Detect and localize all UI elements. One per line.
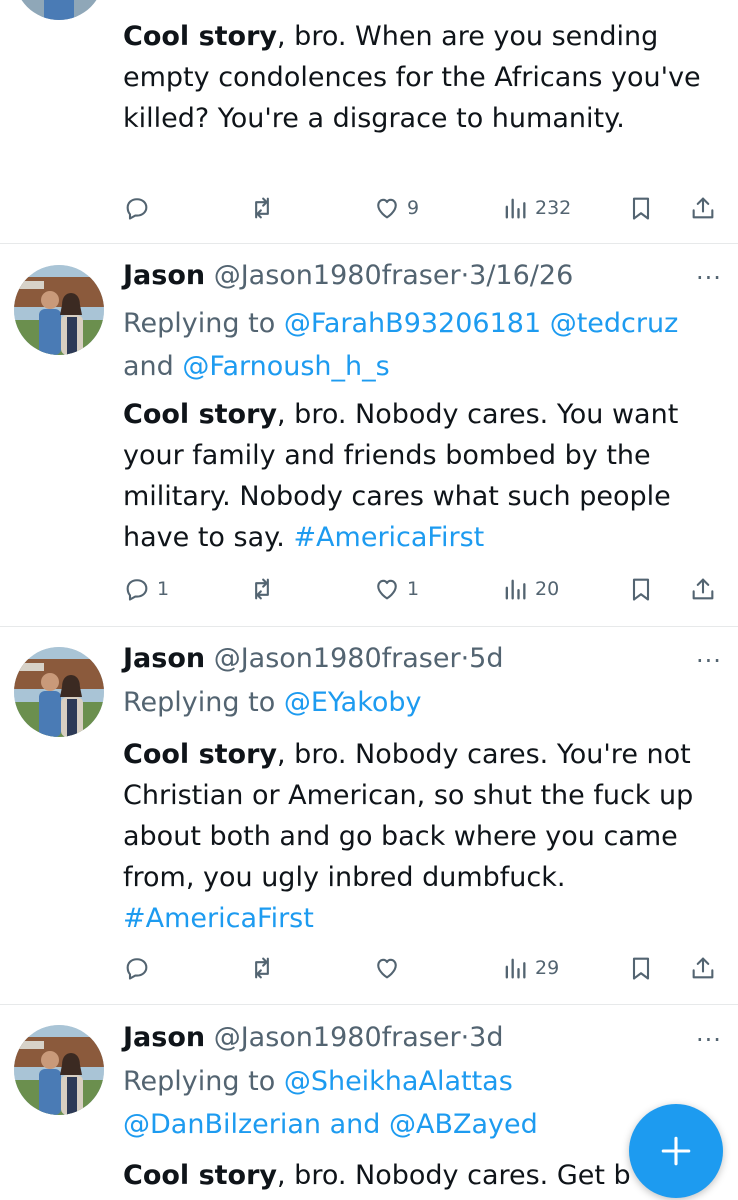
separator-dot: · (460, 1022, 470, 1053)
timestamp[interactable]: 3/16/26 (469, 260, 573, 291)
like-button[interactable]: 9 (373, 190, 419, 226)
reply-button[interactable] (123, 190, 157, 226)
share-icon (692, 197, 714, 219)
mention-link[interactable]: @ABZayed (389, 1109, 538, 1140)
tweet-3[interactable]: Jason @Jason1980fraser·5d ··· Replying t… (0, 627, 738, 1004)
mention-link[interactable]: @SheikhaAlattas (284, 1066, 513, 1097)
repost-button[interactable] (248, 950, 282, 986)
reply-button[interactable]: 1 (123, 571, 169, 607)
repost-icon (255, 578, 269, 600)
heart-icon (377, 579, 397, 600)
tweet-text: Cool story, bro. Nobody cares. You're no… (123, 739, 694, 934)
views-button[interactable]: 232 (501, 190, 571, 226)
reply-icon (126, 198, 148, 220)
mention-link[interactable]: @EYakoby (284, 687, 422, 718)
tweet-actions: 29 (123, 950, 723, 986)
bookmark-icon (632, 578, 650, 601)
share-icon (692, 957, 714, 979)
heart-icon (377, 958, 397, 979)
heart-icon (377, 198, 397, 219)
repost-button[interactable] (248, 190, 282, 226)
reply-icon (126, 958, 148, 980)
compose-icon (661, 1136, 691, 1166)
user-name[interactable]: Jason (123, 1022, 205, 1053)
tweet-text: Cool story, bro. When are you sending em… (123, 21, 701, 134)
mention-link[interactable]: @Farnoush_h_s (182, 351, 389, 382)
tweet-1[interactable]: Cool story, bro. When are you sending em… (0, 0, 738, 243)
timestamp[interactable]: 5d (469, 643, 503, 674)
share-button[interactable] (689, 571, 717, 607)
user-handle[interactable]: @Jason1980fraser (214, 1022, 461, 1053)
tweet-text: Cool story, bro. Nobody cares. Get b (123, 1160, 631, 1191)
tweet-header: Jason @Jason1980fraser·3d (123, 1020, 678, 1056)
bookmark-button[interactable] (627, 190, 655, 226)
repost-button[interactable] (248, 571, 282, 607)
bookmark-icon (632, 957, 650, 980)
share-button[interactable] (689, 950, 717, 986)
views-icon (505, 198, 526, 219)
share-button[interactable] (689, 190, 717, 226)
more-icon[interactable]: ··· (696, 1028, 721, 1052)
tweet-2[interactable]: Jason @Jason1980fraser·3/16/26 ··· Reply… (0, 244, 738, 626)
avatar[interactable] (14, 265, 104, 355)
timestamp[interactable]: 3d (469, 1022, 503, 1053)
tweet-header: Jason @Jason1980fraser·5d (123, 641, 678, 677)
user-name[interactable]: Jason (123, 260, 205, 291)
more-icon[interactable]: ··· (696, 649, 721, 673)
replying-to: Replying to @EYakoby (123, 687, 422, 718)
separator-dot: · (460, 643, 470, 674)
reply-button[interactable] (123, 950, 157, 986)
mention-link[interactable]: @tedcruz (550, 308, 679, 339)
repost-icon (255, 197, 269, 219)
avatar[interactable] (14, 1025, 104, 1115)
bookmark-button[interactable] (627, 571, 655, 607)
tweet-header: Jason @Jason1980fraser·3/16/26 (123, 258, 678, 294)
mention-link[interactable]: @FarahB93206181 (284, 308, 541, 339)
tweet-actions: 1 1 20 (123, 571, 723, 607)
views-icon (505, 958, 526, 979)
more-icon[interactable]: ··· (696, 266, 721, 290)
views-icon (505, 579, 526, 600)
tweet-actions: 9 232 (123, 190, 723, 226)
user-handle[interactable]: @Jason1980fraser (214, 260, 461, 291)
replying-to: Replying to @SheikhaAlattas @DanBilzerian… (123, 1066, 538, 1140)
replying-to: Replying to @FarahB93206181 @tedcruz and… (123, 308, 679, 382)
user-handle[interactable]: @Jason1980fraser (214, 643, 461, 674)
compose-button[interactable] (629, 1104, 723, 1198)
hashtag-link[interactable]: #AmericaFirst (293, 522, 484, 553)
tweet-4[interactable]: Jason @Jason1980fraser·3d ··· Replying t… (0, 1005, 738, 1200)
avatar[interactable] (14, 0, 104, 20)
mention-link[interactable]: @DanBilzerian (123, 1109, 321, 1140)
tweet-text: Cool story, bro. Nobody cares. You want … (123, 399, 679, 553)
hashtag-link[interactable]: #AmericaFirst (123, 903, 314, 934)
separator-dot: · (460, 260, 470, 291)
repost-icon (255, 957, 269, 979)
views-button[interactable]: 29 (501, 950, 559, 986)
user-name[interactable]: Jason (123, 643, 205, 674)
reply-icon (126, 579, 148, 601)
like-button[interactable] (373, 950, 407, 986)
bookmark-icon (632, 197, 650, 220)
share-icon (692, 578, 714, 600)
views-button[interactable]: 20 (501, 571, 559, 607)
like-button[interactable]: 1 (373, 571, 419, 607)
avatar[interactable] (14, 647, 104, 737)
bookmark-button[interactable] (627, 950, 655, 986)
